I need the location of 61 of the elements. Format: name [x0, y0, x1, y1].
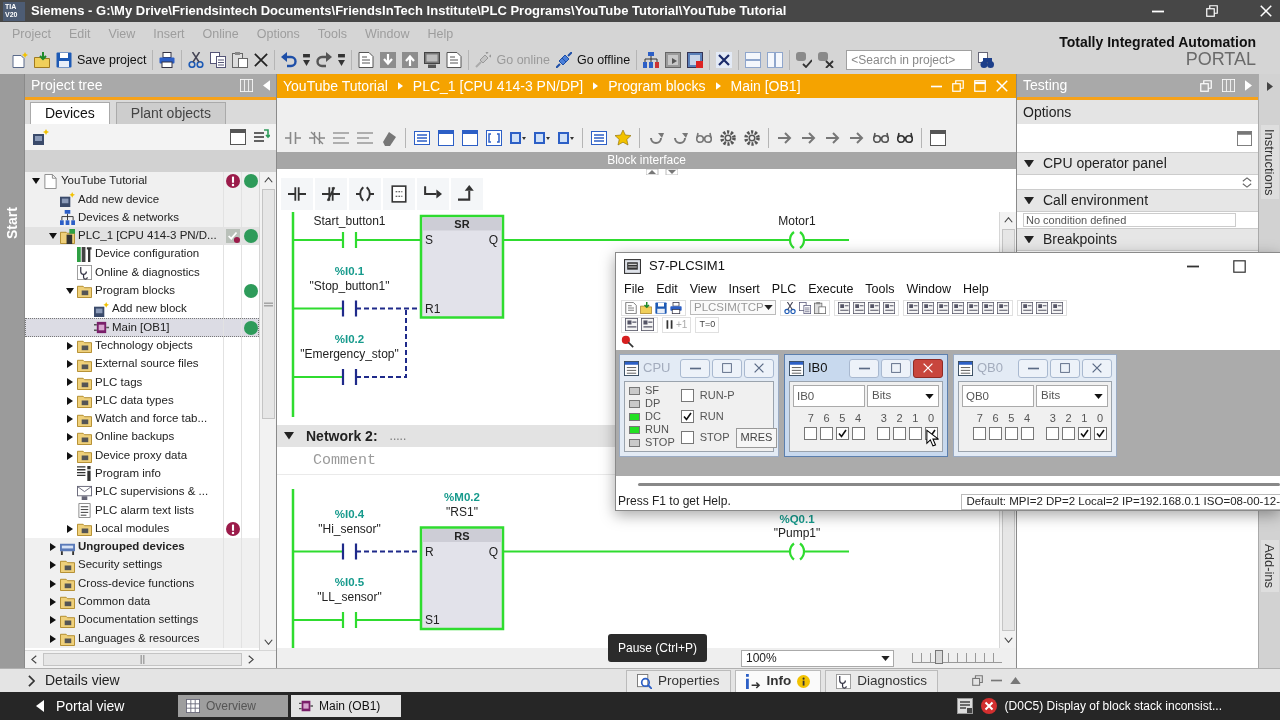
bit-label: 6	[992, 412, 999, 426]
pin-label: R	[425, 544, 434, 559]
pin-label: S1	[425, 613, 440, 627]
led-label: DP	[645, 396, 661, 411]
network-title: Network 2:	[306, 427, 378, 445]
address-label: %I0.2	[334, 333, 365, 345]
window-title: S7-PLCSIM1	[649, 258, 725, 274]
panel-title: Testing	[1023, 77, 1068, 94]
address-label: %I0.5	[334, 576, 365, 588]
bit-label: 0	[1097, 412, 1104, 426]
bit-label: 3	[1049, 412, 1056, 426]
status-panel: Default: MPI=2 DP=2 Local=2 IP=192.168.0.1 ISO=08-00-12-	[961, 493, 1280, 510]
pin-label: Q	[488, 233, 498, 247]
checkbox-label: STOP	[699, 430, 730, 445]
brand-subtitle: PORTAL	[1185, 50, 1256, 69]
pin-label: Q	[488, 544, 498, 559]
bit-label: 2	[896, 412, 903, 426]
operand-label: Motor1	[778, 214, 816, 228]
operand-label: "Emergency_stop"	[300, 347, 399, 361]
checkbox-label: RUN-P	[699, 388, 735, 403]
panel-title: Project tree	[31, 77, 103, 94]
bit-label: 1	[912, 412, 919, 426]
sub-window-title: IB0	[808, 360, 828, 376]
bit-label: 4	[855, 412, 862, 426]
window-title: Siemens - G:\My Drive\Friendsintech Documents\FriendsInTech Institute\PLC Programs\YouTube Tutorial\YouTube Tutorial	[31, 3, 787, 19]
pin-label: S	[425, 233, 433, 247]
box-title: RS	[454, 529, 470, 542]
network-title-placeholder: .....	[389, 428, 407, 444]
address-label: %I0.1	[334, 264, 365, 277]
checkbox-label: RUN	[699, 409, 724, 424]
brand-title: Totally Integrated Automation	[1059, 33, 1256, 51]
pin-label: R1	[425, 301, 441, 316]
operand-label: "Pump1"	[773, 525, 821, 540]
bit-label: 6	[823, 412, 830, 426]
bit-label: 3	[880, 412, 887, 426]
led-label: RUN	[645, 422, 669, 437]
bit-label: 4	[1024, 412, 1031, 426]
bit-label: 7	[976, 412, 983, 426]
status-text: Press F1 to get Help.	[618, 494, 731, 509]
operand-label: "Hi_sensor"	[318, 521, 381, 536]
bit-label: 2	[1065, 412, 1072, 426]
bit-label: 5	[1008, 412, 1015, 426]
address-label: %M0.2	[444, 490, 480, 503]
operand-label: "RS1"	[446, 504, 478, 519]
bit-label: 1	[1081, 412, 1088, 426]
operand-label: "Stop_button1"	[309, 278, 390, 293]
address-label: %I0.4	[334, 507, 365, 520]
operand-label: "LL_sensor"	[317, 590, 382, 604]
sub-window-title: CPU	[643, 360, 671, 376]
led-label: STOP	[645, 435, 675, 450]
led-label: SF	[645, 383, 660, 398]
options-heading: Options	[1017, 100, 1258, 124]
bit-label: 0	[928, 412, 935, 426]
led-label: DC	[645, 409, 661, 424]
address-label: %Q0.1	[779, 512, 815, 525]
box-title: SR	[454, 218, 470, 230]
tooltip: Pause (Ctrl+P)	[608, 634, 708, 662]
sub-window-title: QB0	[977, 360, 1003, 376]
bit-label: 5	[839, 412, 846, 426]
operand-label: Start_button1	[313, 214, 386, 228]
bit-label: 7	[807, 412, 814, 426]
